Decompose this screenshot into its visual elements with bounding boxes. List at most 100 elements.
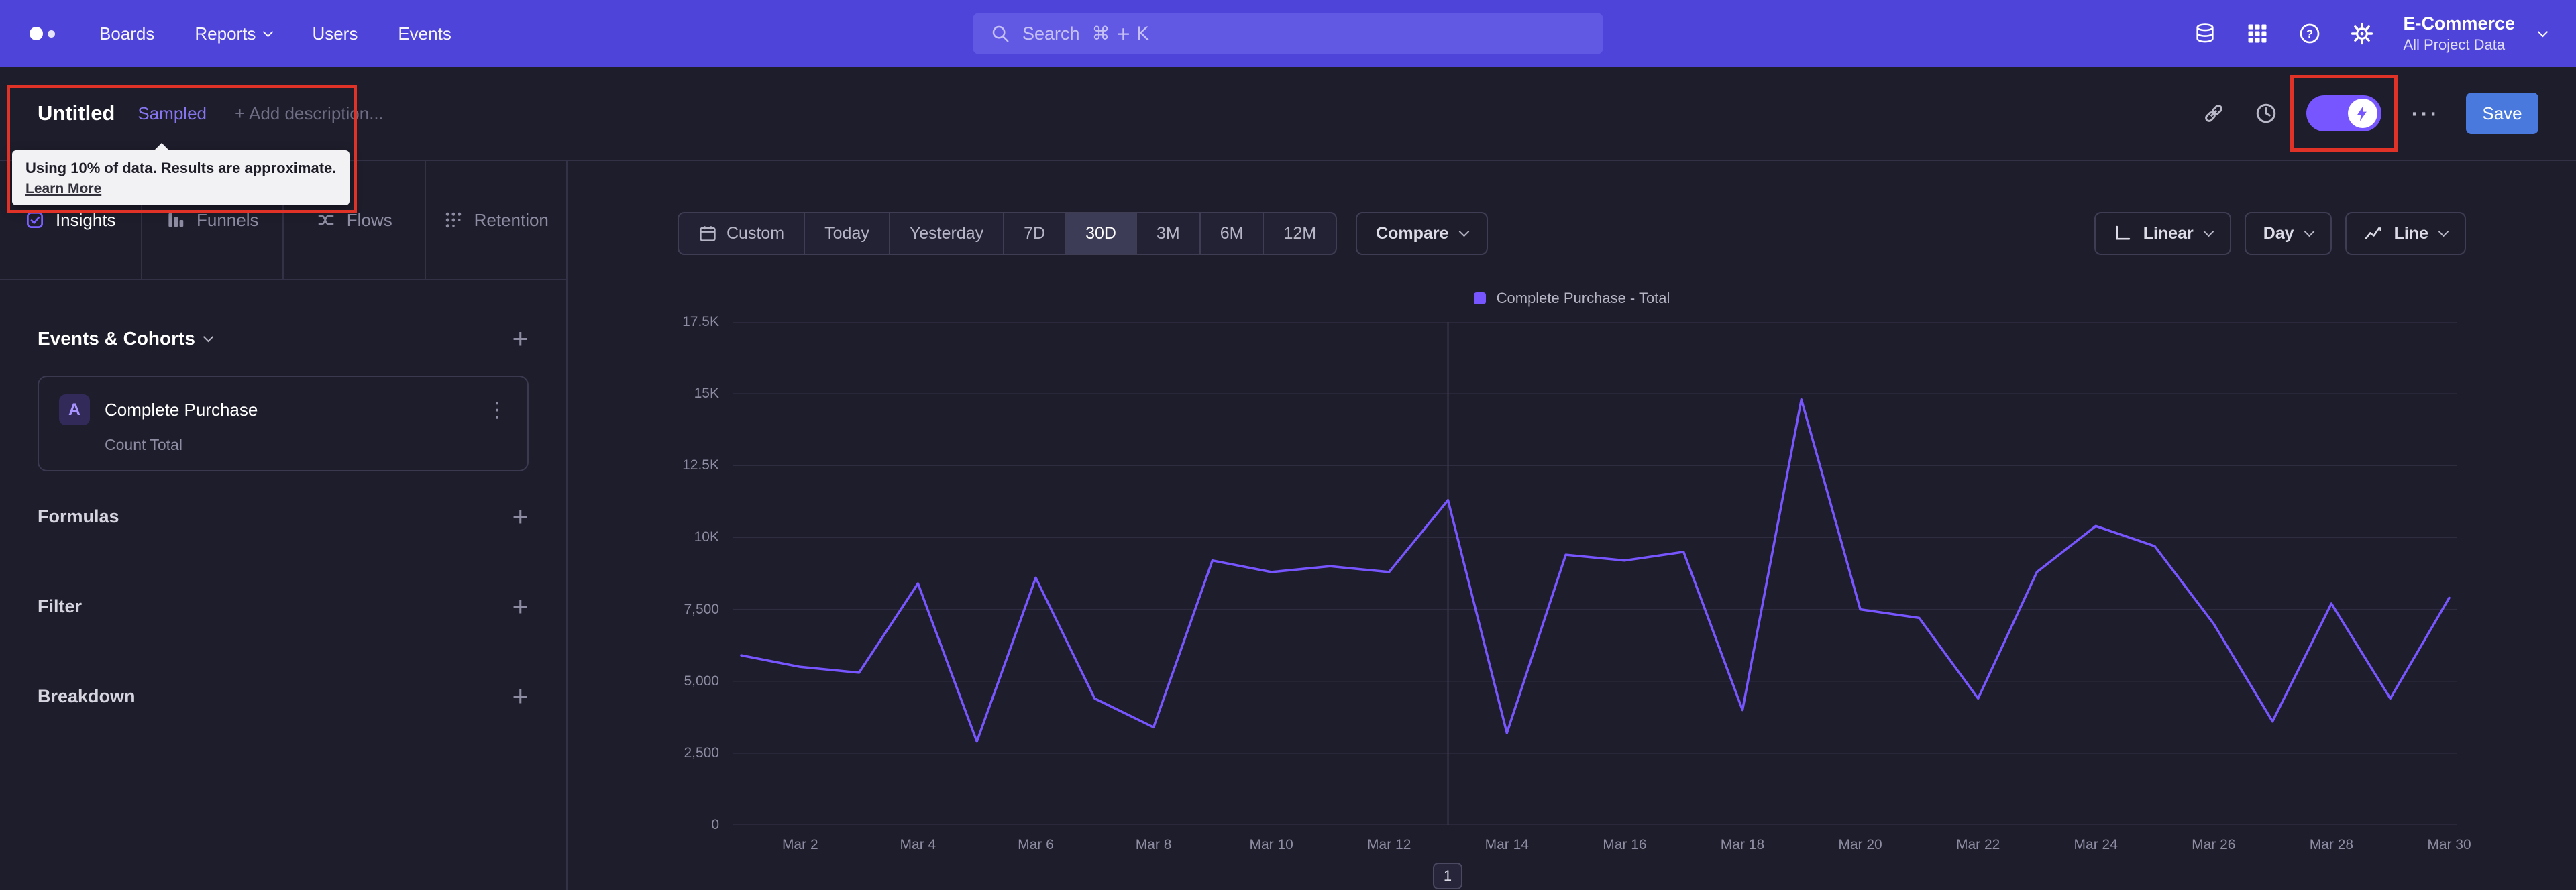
search-placeholder: Search (1022, 23, 1080, 44)
sampling-tooltip: Using 10% of data. Results are approxima… (12, 143, 350, 205)
section-breakdown: Breakdown + (0, 651, 566, 741)
day-dropdown[interactable]: Day (2244, 212, 2332, 255)
chevron-down-icon (2304, 226, 2314, 237)
event-aggregation[interactable]: Count Total (105, 436, 507, 454)
nav-item-reports[interactable]: Reports (195, 23, 274, 44)
add-breakdown-button[interactable]: + (512, 682, 529, 710)
clock-icon[interactable] (2254, 101, 2278, 125)
y-tick-label: 12.5K (682, 457, 719, 474)
top-nav-items: Boards Reports Users Events (99, 23, 451, 44)
chart-pagination[interactable]: 1 (1433, 863, 1462, 889)
help-icon[interactable]: ? (2298, 22, 2321, 45)
y-tick-label: 17.5K (682, 314, 719, 329)
y-tick-label: 10K (694, 529, 719, 545)
report-title[interactable]: Untitled (38, 101, 115, 125)
share-link-icon[interactable] (2202, 101, 2226, 125)
flows-icon (316, 210, 336, 230)
nav-item-events[interactable]: Events (398, 23, 451, 44)
gear-icon (2351, 22, 2373, 45)
add-event-button[interactable]: + (512, 325, 529, 353)
toggle-knob (2348, 99, 2377, 128)
x-tick-label: Mar 4 (900, 837, 936, 852)
section-label: Breakdown (38, 685, 136, 706)
add-description-placeholder[interactable]: + Add description... (235, 103, 384, 124)
chart-legend: Complete Purchase - Total (568, 290, 2576, 307)
svg-text:?: ? (2306, 27, 2313, 40)
range-label: Yesterday (909, 223, 984, 243)
compare-button[interactable]: Compare (1356, 212, 1489, 255)
range-6m-button[interactable]: 6M (1199, 213, 1263, 254)
tab-label: Funnels (197, 209, 259, 230)
sampling-toggle-wrap (2290, 75, 2398, 152)
x-tick-label: Mar 16 (1603, 837, 1647, 852)
tab-retention[interactable]: Retention (426, 161, 567, 279)
tooltip-message: Using 10% of data. Results are approxima… (25, 160, 337, 176)
events-cohorts-label[interactable]: Events & Cohorts (38, 328, 195, 349)
builder-sections: Formulas + Filter + Breakdown + (0, 471, 566, 741)
add-formulas-button[interactable]: + (512, 502, 529, 531)
save-button[interactable]: Save (2466, 93, 2538, 134)
search-input[interactable]: Search ⌘ + K (973, 13, 1603, 54)
report-title-bar: Untitled Sampled + Add description... ⋯ … (0, 67, 2576, 161)
date-range-group: Custom Today Yesterday 7D 30D 3M 6M 12M (678, 212, 1338, 255)
x-tick-label: Mar 20 (1838, 837, 1882, 852)
dropdown-label: Day (2263, 223, 2294, 243)
range-12m-button[interactable]: 12M (1263, 213, 1336, 254)
y-tick-label: 15K (694, 386, 719, 402)
query-builder-sidebar: Insights Funnels Flows Retention Events & C… (0, 161, 568, 890)
range-label: Custom (727, 223, 785, 243)
linear-dropdown[interactable]: Linear (2094, 212, 2231, 255)
range-7d-button[interactable]: 7D (1003, 213, 1065, 254)
x-tick-label: Mar 24 (2074, 837, 2118, 852)
chevron-down-icon (203, 331, 214, 342)
nav-item-users[interactable]: Users (312, 23, 358, 44)
gear-icon[interactable] (2351, 22, 2373, 45)
nav-item-label: Users (312, 23, 358, 44)
event-card[interactable]: A Complete Purchase ⋮ Count Total (38, 376, 529, 471)
range-label: 12M (1283, 223, 1317, 243)
calendar-icon (698, 224, 717, 243)
kebab-menu-icon[interactable]: ⋮ (487, 398, 507, 422)
project-switcher[interactable]: E-Commerce All Project Data (2403, 13, 2515, 54)
insights-icon (25, 210, 45, 230)
more-options-button[interactable]: ⋯ (2410, 99, 2438, 127)
sampling-toggle[interactable] (2306, 95, 2381, 131)
topbar-icon-group: ? (2194, 22, 2373, 45)
x-tick-label: Mar 30 (2427, 837, 2471, 852)
sampled-badge[interactable]: Sampled (138, 103, 207, 124)
line-chart-svg (733, 322, 2457, 825)
x-tick-label: Mar 8 (1135, 837, 1172, 852)
y-tick-label: 0 (711, 817, 719, 832)
section-formulas: Formulas + (0, 471, 566, 561)
tab-label: Retention (474, 209, 549, 230)
database-icon[interactable] (2194, 22, 2216, 45)
range-30d-button[interactable]: 30D (1065, 213, 1136, 254)
top-navigation-bar: Boards Reports Users Events Search ⌘ + K ? … (0, 0, 2576, 67)
nav-item-boards[interactable]: Boards (99, 23, 154, 44)
mixpanel-logo[interactable] (30, 27, 55, 40)
x-axis-labels: Mar 2 Mar 4 Mar 6 Mar 8 Mar 10 Mar 12 Mar 14 Ma… (733, 837, 2471, 858)
event-letter-badge: A (59, 394, 90, 425)
add-filter-button[interactable]: + (512, 592, 529, 620)
learn-more-link[interactable]: Learn More (25, 181, 101, 197)
range-today-button[interactable]: Today (804, 213, 889, 254)
axes-icon (2113, 224, 2132, 243)
range-3m-button[interactable]: 3M (1135, 213, 1199, 254)
legend-label: Complete Purchase - Total (1496, 290, 1670, 307)
line-chart-plot[interactable] (733, 322, 2457, 825)
chevron-down-icon (2438, 226, 2449, 237)
x-tick-label: Mar 10 (1249, 837, 1293, 852)
title-bar-actions: ⋯ Save (2202, 75, 2538, 152)
range-label: 30D (1085, 223, 1116, 243)
line-dropdown[interactable]: Line (2345, 212, 2466, 255)
project-name: E-Commerce (2403, 13, 2515, 34)
x-tick-label: Mar 2 (782, 837, 818, 852)
logo-dot-icon (48, 30, 55, 38)
range-yesterday-button[interactable]: Yesterday (888, 213, 1003, 254)
apps-grid-icon[interactable] (2246, 22, 2269, 45)
range-label: 3M (1156, 223, 1180, 243)
range-custom-button[interactable]: Custom (679, 213, 804, 254)
clock-icon (2254, 101, 2278, 125)
lightning-bolt-icon (2353, 104, 2372, 123)
legend-swatch (1473, 292, 1486, 304)
